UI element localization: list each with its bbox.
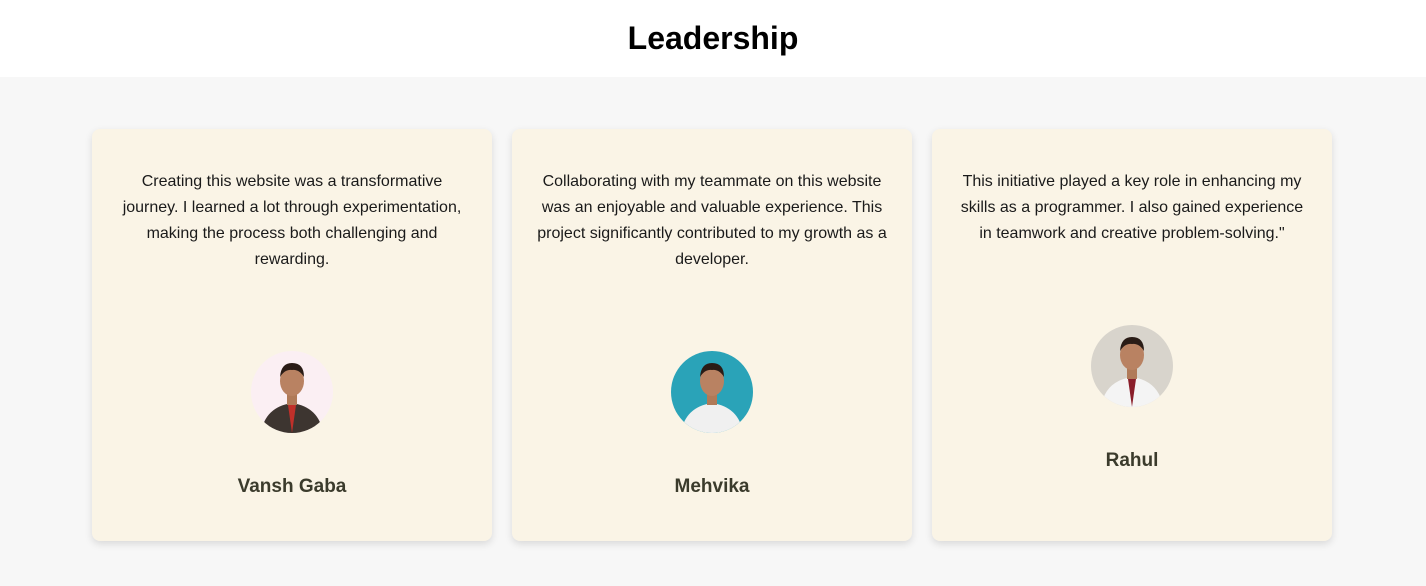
page-title: Leadership [627, 20, 799, 56]
leadership-cards: Creating this website was a transformati… [0, 129, 1426, 541]
avatar [671, 351, 753, 433]
leader-name: Vansh Gaba [237, 476, 347, 497]
leader-name: Mehvika [674, 476, 750, 497]
leader-quote: Collaborating with my teammate on this w… [537, 173, 887, 268]
avatar [251, 351, 333, 433]
leader-quote: Creating this website was a transformati… [122, 173, 462, 268]
leader-card: This initiative played a key role in enh… [932, 129, 1332, 541]
leader-card: Creating this website was a transformati… [92, 129, 492, 541]
leader-quote: This initiative played a key role in enh… [960, 173, 1304, 242]
page-header: Leadership [0, 0, 1426, 77]
leader-name: Rahul [1105, 450, 1159, 471]
avatar [1091, 325, 1173, 407]
leader-card: Collaborating with my teammate on this w… [512, 129, 912, 541]
